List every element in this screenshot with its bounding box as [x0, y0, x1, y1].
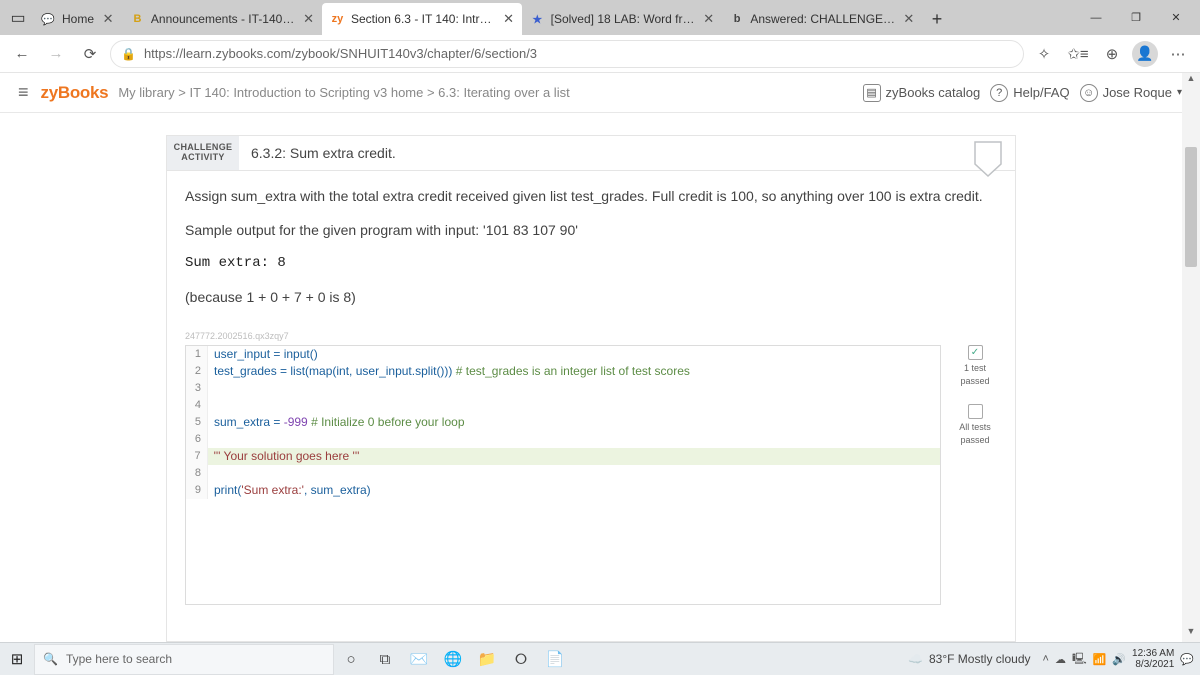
tab-favicon-icon: B: [130, 11, 145, 27]
tab-label: Home: [62, 12, 94, 26]
user-icon: ☺: [1080, 84, 1098, 102]
tab-close-icon[interactable]: ✕: [301, 11, 316, 27]
activity-title: 6.3.2: Sum extra credit.: [239, 136, 408, 170]
url-input[interactable]: 🔒 https://learn.zybooks.com/zybook/SNHUI…: [110, 40, 1024, 68]
tab-actions-button[interactable]: ▭: [4, 4, 32, 32]
page-body: CHALLENGE ACTIVITY 6.3.2: Sum extra cred…: [0, 113, 1182, 642]
tab-close-icon[interactable]: ✕: [701, 11, 716, 27]
scroll-down-icon[interactable]: ▼: [1182, 626, 1200, 642]
browser-tab[interactable]: ★ [Solved] 18 LAB: Word freque ✕: [522, 3, 722, 35]
card-header: CHALLENGE ACTIVITY 6.3.2: Sum extra cred…: [167, 136, 1015, 171]
address-bar: ← → ⟳ 🔒 https://learn.zybooks.com/zybook…: [0, 35, 1200, 73]
chrome-app-icon[interactable]: ⭘: [504, 643, 538, 676]
close-window-button[interactable]: ✕: [1156, 4, 1196, 32]
windows-taskbar: ⊞ 🔍 Type here to search ○ ⧉ ✉️ 🌐 📁 ⭘ 📄 ☁…: [0, 642, 1200, 675]
scroll-thumb[interactable]: [1185, 147, 1197, 267]
help-icon: ?: [990, 84, 1008, 102]
favorites-button[interactable]: ✩≡: [1064, 40, 1092, 68]
tray-wifi-icon[interactable]: 📶: [1093, 653, 1107, 666]
new-tab-button[interactable]: +: [922, 3, 950, 35]
tab-favicon-icon: zy: [330, 11, 345, 27]
catalog-button[interactable]: ▤ zyBooks catalog: [863, 84, 981, 102]
test-1-checkbox: ✓: [968, 345, 983, 360]
search-icon: 🔍: [43, 652, 58, 666]
tray-volume-icon[interactable]: 🔊: [1112, 653, 1126, 666]
tab-label: Announcements - IT-140-J61: [151, 12, 295, 26]
browser-tab[interactable]: zy Section 6.3 - IT 140: Introduc ✕: [322, 3, 522, 35]
prompt-text: Assign sum_extra with the total extra cr…: [185, 187, 997, 207]
completion-shield-icon: [973, 140, 1003, 178]
task-view-button[interactable]: ⧉: [368, 643, 402, 676]
tab-favicon-icon: ★: [530, 11, 545, 27]
tab-favicon-icon: b: [730, 11, 744, 27]
weather-icon: ☁️: [908, 652, 923, 666]
activity-badge: CHALLENGE ACTIVITY: [167, 136, 239, 170]
card-body: Assign sum_extra with the total extra cr…: [167, 171, 1015, 331]
tracking-button[interactable]: ✧: [1030, 40, 1058, 68]
tab-label: Section 6.3 - IT 140: Introduc: [351, 12, 495, 26]
brand-logo[interactable]: zyBooks: [41, 83, 109, 103]
collections-button[interactable]: ⊕: [1098, 40, 1126, 68]
tab-close-icon[interactable]: ✕: [100, 11, 116, 27]
explorer-app-icon[interactable]: 📁: [470, 643, 504, 676]
test-all-checkbox: [968, 404, 983, 419]
mail-app-icon[interactable]: ✉️: [402, 643, 436, 676]
edge-app-icon[interactable]: 🌐: [436, 643, 470, 676]
window-controls: — ❐ ✕: [1076, 4, 1196, 32]
tray-onedrive-icon[interactable]: ☁: [1055, 653, 1066, 666]
challenge-card: CHALLENGE ACTIVITY 6.3.2: Sum extra cred…: [166, 135, 1016, 642]
page-scrollbar[interactable]: ▲ ▼: [1182, 73, 1200, 642]
menu-icon[interactable]: ≡: [18, 82, 29, 103]
notifications-icon[interactable]: 💬: [1180, 653, 1194, 666]
tab-close-icon[interactable]: ✕: [902, 11, 916, 27]
book-icon: ▤: [863, 84, 881, 102]
minimize-button[interactable]: —: [1076, 4, 1116, 32]
cortana-button[interactable]: ○: [334, 643, 368, 676]
zybooks-header: ≡ zyBooks My library > IT 140: Introduct…: [0, 73, 1200, 113]
tab-favicon-icon: 💬: [40, 11, 56, 27]
tray-chevron-icon[interactable]: ˄: [1043, 653, 1049, 665]
tab-label: Answered: CHALLENGE 6.2.1: [750, 12, 895, 26]
test-checklist: ✓ 1 test passed All tests passed: [953, 345, 997, 445]
tab-label: [Solved] 18 LAB: Word freque: [551, 12, 696, 26]
lock-icon: 🔒: [121, 47, 136, 61]
back-button[interactable]: ←: [8, 40, 36, 68]
breadcrumb[interactable]: My library > IT 140: Introduction to Scr…: [118, 85, 569, 100]
taskbar-search[interactable]: 🔍 Type here to search: [34, 644, 334, 675]
snippet-uid: 247772.2002516.qx3zqy7: [167, 331, 1015, 345]
url-text: https://learn.zybooks.com/zybook/SNHUIT1…: [144, 46, 537, 61]
tray-battery-icon[interactable]: 🖳: [1072, 650, 1087, 669]
sample-label: Sample output for the given program with…: [185, 221, 997, 241]
tab-close-icon[interactable]: ✕: [501, 11, 516, 27]
start-button[interactable]: ⊞: [0, 643, 34, 676]
browser-tabs: 💬 Home ✕B Announcements - IT-140-J61 ✕zy…: [32, 0, 1076, 35]
word-app-icon[interactable]: 📄: [538, 643, 572, 676]
help-button[interactable]: ? Help/FAQ: [990, 84, 1069, 102]
taskbar-clock[interactable]: 12:36 AM 8/3/2021: [1132, 648, 1174, 670]
browser-tab[interactable]: B Announcements - IT-140-J61 ✕: [122, 3, 322, 35]
code-editor[interactable]: 1user_input = input()2test_grades = list…: [185, 345, 941, 605]
window-titlebar: ▭ 💬 Home ✕B Announcements - IT-140-J61 ✕…: [0, 0, 1200, 35]
browser-tab[interactable]: b Answered: CHALLENGE 6.2.1 ✕: [722, 3, 922, 35]
forward-button[interactable]: →: [42, 40, 70, 68]
more-button[interactable]: ⋯: [1164, 40, 1192, 68]
scroll-up-icon[interactable]: ▲: [1182, 73, 1200, 89]
maximize-button[interactable]: ❐: [1116, 4, 1156, 32]
weather-widget[interactable]: ☁️ 83°F Mostly cloudy: [908, 652, 1030, 666]
sample-output: Sum extra: 8: [185, 254, 997, 274]
user-menu[interactable]: ☺ Jose Roque ▾: [1080, 84, 1182, 102]
refresh-button[interactable]: ⟳: [76, 40, 104, 68]
browser-tab[interactable]: 💬 Home ✕: [32, 3, 122, 35]
sample-explain: (because 1 + 0 + 7 + 0 is 8): [185, 288, 997, 308]
profile-avatar[interactable]: 👤: [1132, 41, 1158, 67]
